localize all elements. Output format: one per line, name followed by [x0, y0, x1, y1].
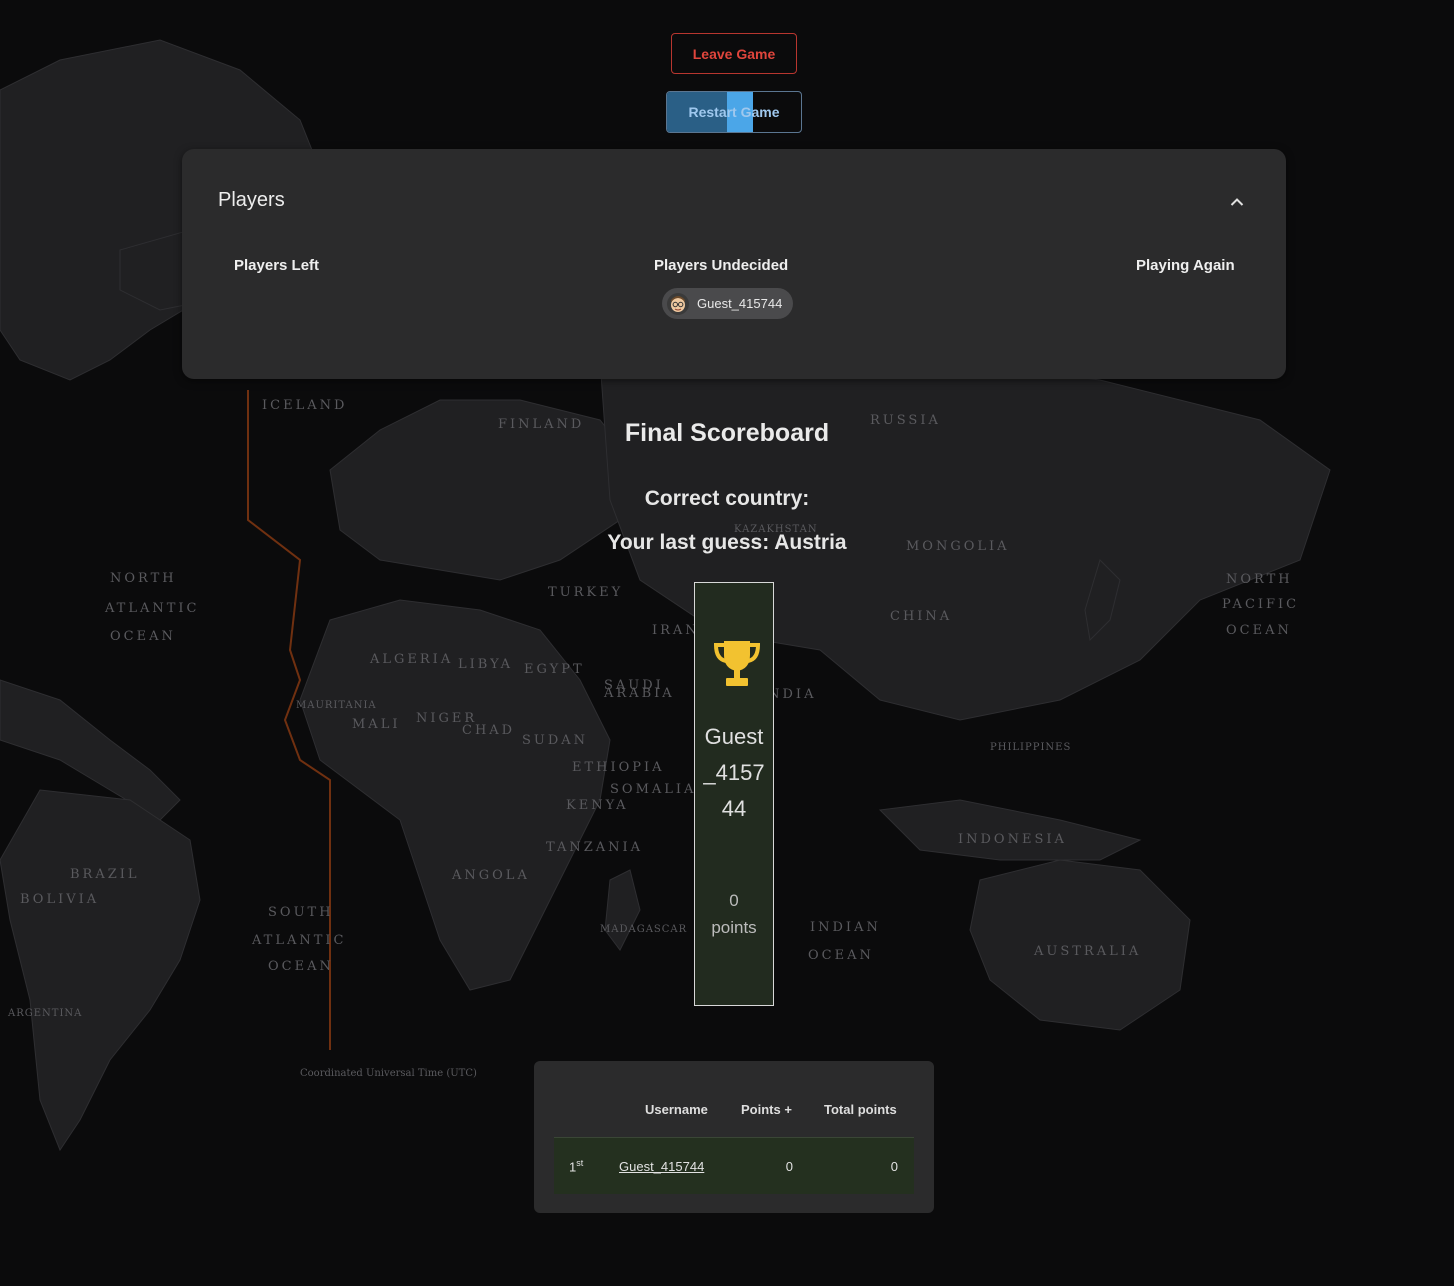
score-table: Username Points + Total points 1st Guest… [534, 1061, 934, 1213]
username-column-header: Username [645, 1102, 708, 1117]
winner-points: 0 points [699, 887, 769, 941]
correct-country-text: Correct country: [644, 487, 810, 510]
winner-podium: Guest_415744 0 points [694, 582, 774, 1006]
username-link[interactable]: Guest_415744 [619, 1159, 704, 1174]
winner-points-value: 0 [729, 891, 739, 910]
winner-points-label: points [711, 918, 757, 937]
avatar-icon [667, 292, 689, 315]
leave-game-button[interactable]: Leave Game [671, 33, 797, 74]
players-undecided-heading: Players Undecided [654, 257, 789, 274]
players-panel: Players Players Left Players Undecided P… [182, 149, 1286, 379]
restart-game-button[interactable]: Restart Game [666, 91, 802, 133]
players-panel-title: Players [218, 189, 285, 211]
players-left-heading: Players Left [234, 257, 320, 274]
restart-game-label: Restart Game [688, 104, 780, 120]
rank-cell: 1st [569, 1158, 584, 1175]
playing-again-heading: Playing Again [1136, 257, 1235, 274]
table-row: 1st Guest_415744 0 0 [554, 1137, 914, 1194]
player-chip-name: Guest_415744 [697, 296, 783, 311]
points-plus-column-header: Points + [741, 1102, 792, 1117]
points-plus-cell: 0 [785, 1159, 793, 1174]
collapse-players-button[interactable] [1222, 189, 1252, 215]
trophy-icon [714, 641, 760, 686]
total-points-cell: 0 [890, 1159, 898, 1174]
final-scoreboard-title: Final Scoreboard [624, 419, 830, 447]
player-chip[interactable]: Guest_415744 [662, 288, 793, 319]
chevron-up-icon [1230, 198, 1244, 206]
last-guess-text: Your last guess: Austria [607, 531, 847, 554]
winner-name: Guest_415744 [703, 724, 765, 821]
total-points-column-header: Total points [824, 1102, 897, 1117]
